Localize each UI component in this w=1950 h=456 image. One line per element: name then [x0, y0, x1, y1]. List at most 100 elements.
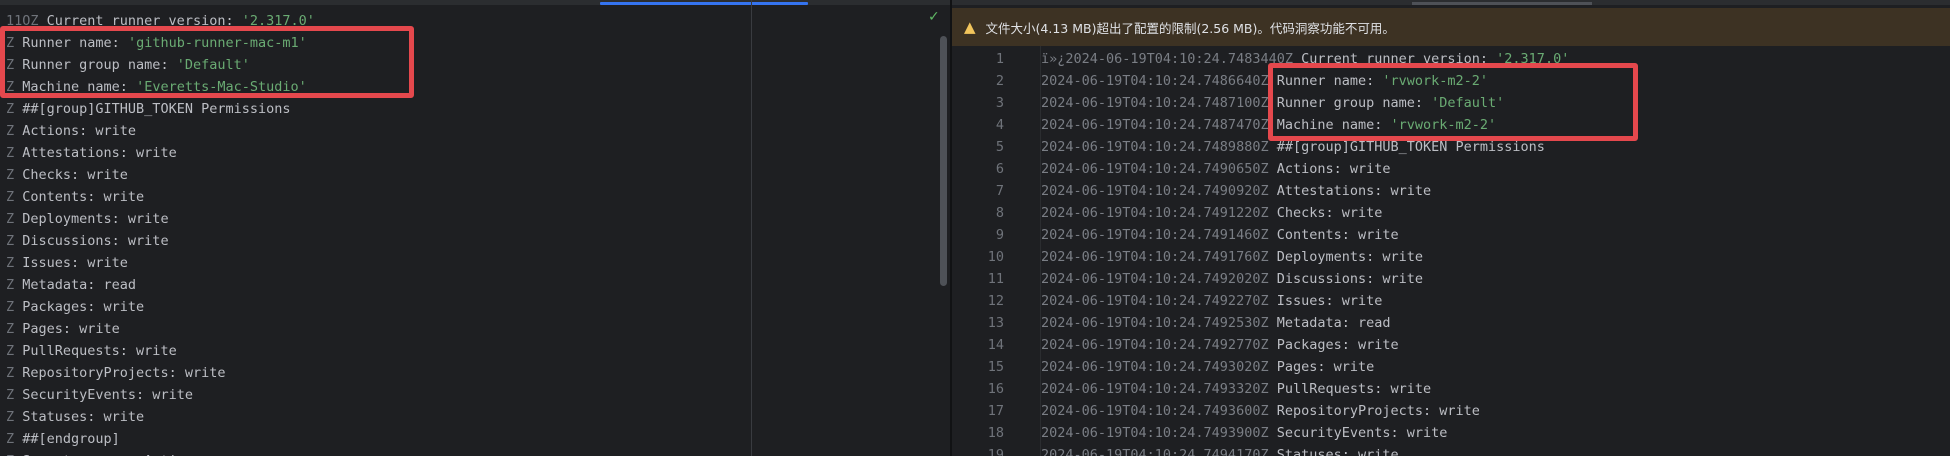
- log-line[interactable]: 6 2024-06-19T04:10:24.7490650Z Actions: w…: [952, 158, 1391, 180]
- log-line[interactable]: Z Secret source: Actions: [6, 450, 315, 456]
- log-line-content: 2024-06-19T04:10:24.7492020Z Discussions…: [1041, 268, 1423, 290]
- log-line[interactable]: Z ##[endgroup]: [6, 428, 315, 450]
- log-line[interactable]: 3 2024-06-19T04:10:24.7487100Z Runner gro…: [952, 92, 1504, 114]
- timestamp: 2024-06-19T04:10:24.7487100Z: [1041, 95, 1269, 111]
- log-line[interactable]: Z Packages: write: [6, 296, 315, 318]
- timestamp: 2024-06-19T04:10:24.7494170Z: [1041, 447, 1269, 456]
- log-line[interactable]: 7 2024-06-19T04:10:24.7490920Z Attestatio…: [952, 180, 1431, 202]
- left-scrollbar[interactable]: [940, 36, 947, 286]
- log-line[interactable]: Z Statuses: write: [6, 406, 315, 428]
- log-line[interactable]: Z Discussions: write: [6, 230, 315, 252]
- line-number: 15: [987, 359, 1004, 375]
- checkmark-icon: ✓: [928, 9, 940, 25]
- left-editor-pane[interactable]: 11OZ Current runner version: '2.317.0' Z …: [0, 0, 950, 456]
- log-line-prefix: Z: [6, 101, 15, 117]
- log-line[interactable]: 2 2024-06-19T04:10:24.7486640Z Runner nam…: [952, 70, 1488, 92]
- log-line[interactable]: 14 2024-06-19T04:10:24.7492770Z Packages:…: [952, 334, 1399, 356]
- line-number: 7: [995, 183, 1004, 199]
- timestamp: 2024-06-19T04:10:24.7492530Z: [1041, 315, 1269, 331]
- timestamp: 2024-06-19T04:10:24.7486640Z: [1041, 73, 1269, 89]
- log-line-text: Statuses: write: [1268, 447, 1399, 456]
- log-line[interactable]: Z RepositoryProjects: write: [6, 362, 315, 384]
- log-line-prefix: Z: [6, 409, 15, 425]
- log-line[interactable]: 17 2024-06-19T04:10:24.7493600Z Repositor…: [952, 400, 1480, 422]
- log-line[interactable]: 11 2024-06-19T04:10:24.7492020Z Discussio…: [952, 268, 1423, 290]
- log-line-prefix: Z: [6, 387, 15, 403]
- log-line[interactable]: 18 2024-06-19T04:10:24.7493900Z SecurityE…: [952, 422, 1448, 444]
- right-log-lines[interactable]: 1 ï»¿2024-06-19T04:10:24.7483440Z Current…: [952, 48, 1570, 456]
- log-line[interactable]: Z ##[group]GITHUB_TOKEN Permissions: [6, 98, 315, 120]
- log-line[interactable]: Z Actions: write: [6, 120, 315, 142]
- log-line-text: ##[endgroup]: [14, 431, 120, 447]
- log-line[interactable]: Z Metadata: read: [6, 274, 315, 296]
- right-editor-pane[interactable]: ▲ 文件大小(4.13 MB)超出了配置的限制(2.56 MB)。代码洞察功能不…: [952, 0, 1950, 456]
- log-line[interactable]: Z Checks: write: [6, 164, 315, 186]
- log-line[interactable]: Z Issues: write: [6, 252, 315, 274]
- log-line-text: Attestations: write: [14, 145, 177, 161]
- log-line[interactable]: Z SecurityEvents: write: [6, 384, 315, 406]
- line-number: 4: [995, 117, 1004, 133]
- line-number: 19: [987, 447, 1004, 456]
- log-line-prefix: Z: [6, 145, 15, 161]
- line-number: 11: [987, 271, 1004, 287]
- log-line-prefix: Z: [6, 343, 15, 359]
- log-line-text: RepositoryProjects: write: [14, 365, 226, 381]
- log-line-prefix: Z: [6, 299, 15, 315]
- log-line-text: Issues: write: [1268, 293, 1383, 309]
- log-line[interactable]: 12 2024-06-19T04:10:24.7492270Z Issues: w…: [952, 290, 1383, 312]
- log-line[interactable]: Z Pages: write: [6, 318, 315, 340]
- active-tab-indicator: [600, 2, 808, 5]
- line-number: 8: [995, 205, 1004, 221]
- log-line-text: Attestations: write: [1268, 183, 1432, 199]
- log-line-content: 2024-06-19T04:10:24.7491760Z Deployments…: [1041, 246, 1423, 268]
- log-line-prefix: Z: [6, 123, 15, 139]
- log-line[interactable]: Z Deployments: write: [6, 208, 315, 230]
- timestamp: 2024-06-19T04:10:24.7493900Z: [1041, 425, 1269, 441]
- log-line[interactable]: Z Attestations: write: [6, 142, 315, 164]
- file-size-warning-banner: ▲ 文件大小(4.13 MB)超出了配置的限制(2.56 MB)。代码洞察功能不…: [952, 8, 1950, 46]
- right-scroll-indicator: [1412, 2, 1592, 5]
- log-line-content: 2024-06-19T04:10:24.7494170Z Statuses: w…: [1041, 444, 1399, 456]
- log-line-content: 2024-06-19T04:10:24.7493900Z SecurityEve…: [1041, 422, 1447, 444]
- log-line[interactable]: 4 2024-06-19T04:10:24.7487470Z Machine na…: [952, 114, 1496, 136]
- log-line[interactable]: 15 2024-06-19T04:10:24.7493020Z Pages: wr…: [952, 356, 1375, 378]
- log-line[interactable]: 5 2024-06-19T04:10:24.7489880Z ##[group]G…: [952, 136, 1545, 158]
- log-line[interactable]: 8 2024-06-19T04:10:24.7491220Z Checks: wr…: [952, 202, 1383, 224]
- log-line-prefix: Z: [6, 189, 15, 205]
- timestamp: 2024-06-19T04:10:24.7489880Z: [1041, 139, 1269, 155]
- log-line-text: Discussions: write: [1268, 271, 1424, 287]
- log-line[interactable]: 1 ï»¿2024-06-19T04:10:24.7483440Z Current…: [952, 48, 1569, 70]
- log-line[interactable]: 9 2024-06-19T04:10:24.7491460Z Contents: …: [952, 224, 1399, 246]
- log-line-text: Contents: write: [1268, 227, 1399, 243]
- log-line-content: 2024-06-19T04:10:24.7491220Z Checks: wri…: [1041, 202, 1382, 224]
- log-line[interactable]: 10 2024-06-19T04:10:24.7491760Z Deploymen…: [952, 246, 1423, 268]
- timestamp: ï»¿2024-06-19T04:10:24.7483440Z: [1041, 51, 1293, 67]
- line-number: 6: [995, 161, 1004, 177]
- log-line-text: SecurityEvents: write: [14, 387, 193, 403]
- log-line-text: Pages: write: [14, 321, 120, 337]
- log-line-text: Pages: write: [1268, 359, 1375, 375]
- timestamp: 2024-06-19T04:10:24.7491220Z: [1041, 205, 1269, 221]
- log-line-content: 2024-06-19T04:10:24.7493320Z PullRequest…: [1041, 378, 1431, 400]
- log-line-text: Metadata: read: [14, 277, 137, 293]
- timestamp: 2024-06-19T04:10:24.7492770Z: [1041, 337, 1269, 353]
- log-line-prefix: Z: [6, 233, 15, 249]
- line-number: 13: [987, 315, 1004, 331]
- log-line[interactable]: 19 2024-06-19T04:10:24.7494170Z Statuses:…: [952, 444, 1399, 456]
- log-line[interactable]: 13 2024-06-19T04:10:24.7492530Z Metadata:…: [952, 312, 1391, 334]
- log-line[interactable]: 16 2024-06-19T04:10:24.7493320Z PullReque…: [952, 378, 1431, 400]
- log-line-prefix: Z: [6, 277, 15, 293]
- timestamp: 2024-06-19T04:10:24.7487470Z: [1041, 117, 1269, 133]
- timestamp: 2024-06-19T04:10:24.7491760Z: [1041, 249, 1269, 265]
- right-margin-guide: [751, 0, 752, 456]
- line-number: 10: [987, 249, 1004, 265]
- log-line-content: 2024-06-19T04:10:24.7493600Z RepositoryP…: [1041, 400, 1480, 422]
- log-line-prefix: Z: [6, 211, 15, 227]
- log-line-text: Actions: write: [14, 123, 137, 139]
- log-line-text: Deployments: write: [14, 211, 169, 227]
- log-line-prefix: Z: [6, 167, 15, 183]
- log-line[interactable]: Z Contents: write: [6, 186, 315, 208]
- log-line-text: SecurityEvents: write: [1268, 425, 1448, 441]
- log-line-text: Metadata: read: [1268, 315, 1391, 331]
- log-line[interactable]: Z PullRequests: write: [6, 340, 315, 362]
